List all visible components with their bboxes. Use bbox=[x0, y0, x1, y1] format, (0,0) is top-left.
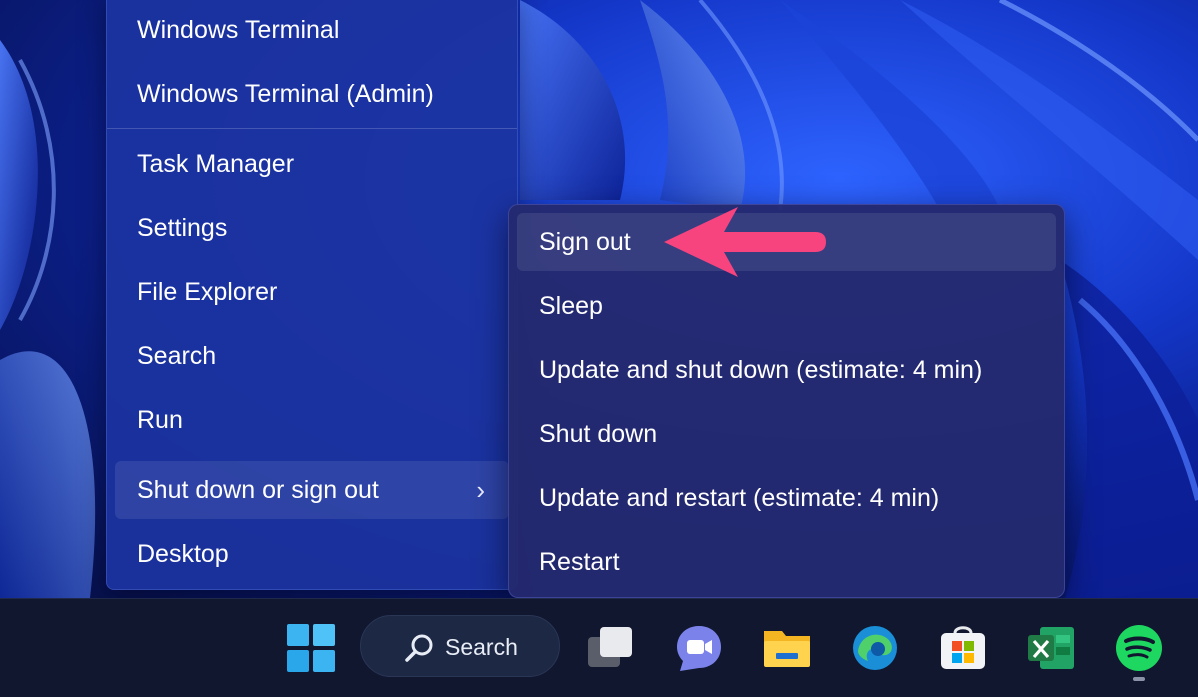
submenu-item-update-and-shut-down[interactable]: Update and shut down (estimate: 4 min) bbox=[517, 341, 1056, 399]
menu-item-windows-terminal-admin[interactable]: Windows Terminal (Admin) bbox=[115, 65, 509, 123]
submenu-item-sleep[interactable]: Sleep bbox=[517, 277, 1056, 335]
menu-item-windows-terminal[interactable]: Windows Terminal bbox=[115, 1, 509, 59]
windows-start-icon[interactable] bbox=[286, 623, 336, 673]
menu-item-file-explorer[interactable]: File Explorer bbox=[115, 263, 509, 321]
arrow-pointing-left-icon bbox=[664, 207, 826, 277]
menu-divider bbox=[107, 128, 517, 129]
taskbar-search-button[interactable]: Search bbox=[360, 615, 560, 677]
quick-link-menu: Windows Terminal Windows Terminal (Admin… bbox=[106, 0, 518, 590]
taskbar-search-label: Search bbox=[445, 634, 518, 660]
task-view-icon[interactable] bbox=[586, 623, 636, 673]
submenu-item-restart[interactable]: Restart bbox=[517, 533, 1056, 591]
excel-icon[interactable] bbox=[1026, 623, 1076, 673]
taskbar: Search bbox=[0, 598, 1198, 697]
submenu-item-shut-down[interactable]: Shut down bbox=[517, 405, 1056, 463]
chevron-right-icon: › bbox=[476, 475, 485, 505]
teams-chat-icon[interactable] bbox=[674, 623, 724, 673]
menu-item-settings[interactable]: Settings bbox=[115, 199, 509, 257]
microsoft-store-icon[interactable] bbox=[938, 623, 988, 673]
edge-icon[interactable] bbox=[850, 623, 900, 673]
menu-item-task-manager[interactable]: Task Manager bbox=[115, 135, 509, 193]
spotify-icon[interactable] bbox=[1114, 623, 1164, 673]
menu-item-desktop[interactable]: Desktop bbox=[115, 525, 509, 583]
search-icon bbox=[405, 634, 433, 662]
menu-item-shut-down-or-sign-out[interactable]: Shut down or sign out › bbox=[115, 461, 509, 519]
menu-item-run[interactable]: Run bbox=[115, 391, 509, 449]
submenu-item-update-and-restart[interactable]: Update and restart (estimate: 4 min) bbox=[517, 469, 1056, 527]
running-indicator bbox=[1133, 677, 1145, 681]
menu-item-search[interactable]: Search bbox=[115, 327, 509, 385]
file-explorer-icon[interactable] bbox=[762, 623, 812, 673]
